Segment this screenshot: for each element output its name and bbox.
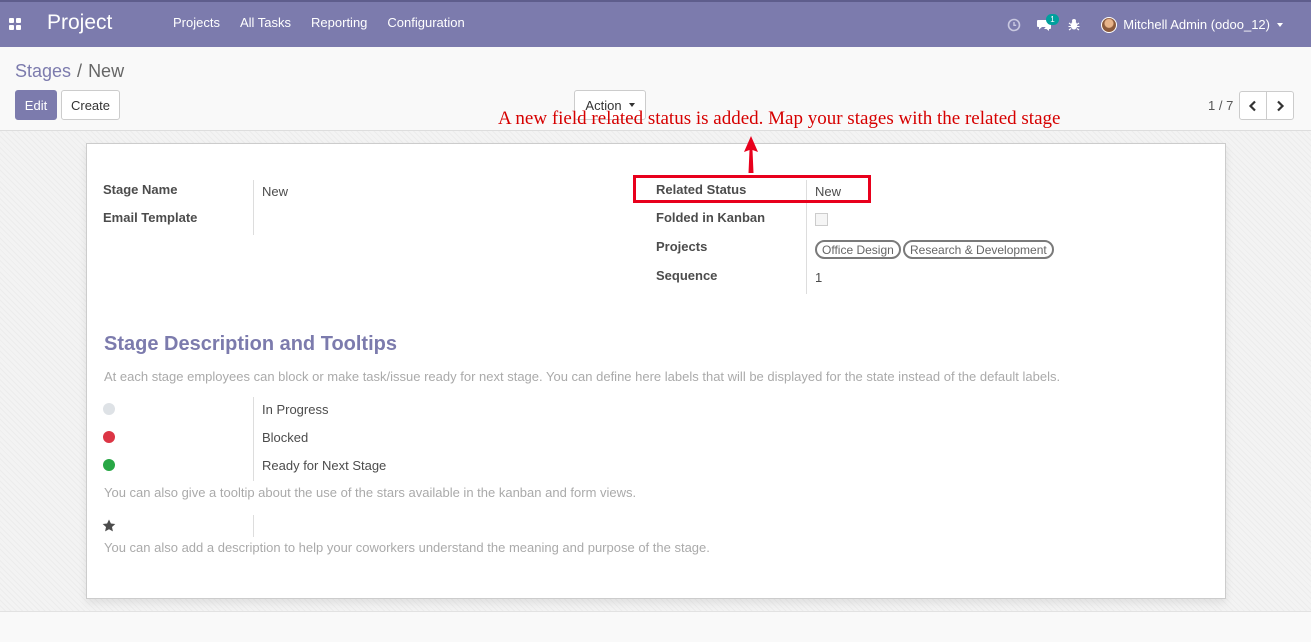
help-text-description: You can also add a description to help y…: [104, 540, 710, 555]
annotation-arrow-icon: [744, 136, 758, 173]
content-bottom-divider: [0, 611, 1311, 612]
systray: 1 Mitchell Admin (odoo_12): [999, 2, 1311, 47]
messages-badge: 1: [1046, 14, 1059, 25]
annotation-text: A new field related status is added. Map…: [498, 108, 1061, 129]
project-tag[interactable]: Office Design: [815, 240, 901, 259]
star-icon: [102, 519, 116, 532]
field-separator: [253, 397, 254, 481]
state-blocked-dot-icon: [103, 431, 115, 443]
section-title: Stage Description and Tooltips: [104, 333, 397, 355]
field-separator: [253, 515, 254, 537]
menu-item-all-tasks[interactable]: All Tasks: [230, 15, 301, 30]
sequence-field[interactable]: 1: [815, 270, 822, 285]
folded-in-kanban-label: Folded in Kanban: [656, 210, 766, 225]
main-menu: Projects All Tasks Reporting Configurati…: [163, 15, 475, 30]
state-done-dot-icon: [103, 459, 115, 471]
pager-previous-button[interactable]: [1239, 91, 1267, 120]
menu-item-reporting[interactable]: Reporting: [301, 15, 377, 30]
breadcrumb-current: New: [88, 61, 125, 81]
apps-menu-icon[interactable]: [9, 18, 21, 30]
legend-priority-field[interactable]: [262, 519, 562, 535]
menu-item-configuration[interactable]: Configuration: [377, 15, 474, 30]
create-button[interactable]: Create: [61, 90, 120, 120]
chevron-left-icon: [1248, 100, 1256, 111]
app-brand[interactable]: Project: [47, 11, 112, 35]
legend-blocked-field[interactable]: Blocked: [262, 430, 308, 445]
avatar: [1101, 16, 1118, 33]
stage-name-label: Stage Name: [103, 182, 178, 197]
help-text-states: At each stage employees can block or mak…: [104, 369, 1061, 384]
help-text-stars: You can also give a tooltip about the us…: [104, 485, 637, 500]
chevron-down-icon: [1277, 22, 1283, 27]
top-navbar: Project Projects All Tasks Reporting Con…: [0, 0, 1311, 47]
folded-in-kanban-checkbox[interactable]: [815, 213, 828, 226]
legend-normal-field[interactable]: In Progress: [262, 402, 328, 417]
user-menu[interactable]: Mitchell Admin (odoo_12): [1089, 2, 1311, 47]
messages-icon[interactable]: 1: [1029, 2, 1059, 47]
caret-down-icon: [628, 103, 635, 107]
state-normal-dot-icon: [103, 403, 115, 415]
menu-item-projects[interactable]: Projects: [163, 15, 230, 30]
pager-next-button[interactable]: [1266, 91, 1294, 120]
stage-name-field[interactable]: New: [262, 184, 288, 199]
legend-done-field[interactable]: Ready for Next Stage: [262, 458, 386, 473]
breadcrumb: Stages / New: [15, 61, 124, 82]
breadcrumb-separator: /: [77, 61, 83, 81]
projects-label: Projects: [656, 239, 708, 254]
sequence-label: Sequence: [656, 268, 718, 283]
chevron-right-icon: [1277, 100, 1285, 111]
email-template-label: Email Template: [103, 210, 198, 225]
debug-bug-icon[interactable]: [1059, 2, 1089, 47]
project-tag[interactable]: Research & Development: [903, 240, 1054, 259]
breadcrumb-parent[interactable]: Stages: [15, 61, 71, 81]
field-separator: [253, 180, 254, 235]
edit-button[interactable]: Edit: [15, 90, 57, 120]
user-name: Mitchell Admin (odoo_12): [1123, 17, 1270, 32]
annotation-highlight-box: [633, 175, 871, 203]
pager-value[interactable]: 1 / 7: [1208, 98, 1233, 113]
activity-clock-icon[interactable]: [999, 2, 1029, 47]
